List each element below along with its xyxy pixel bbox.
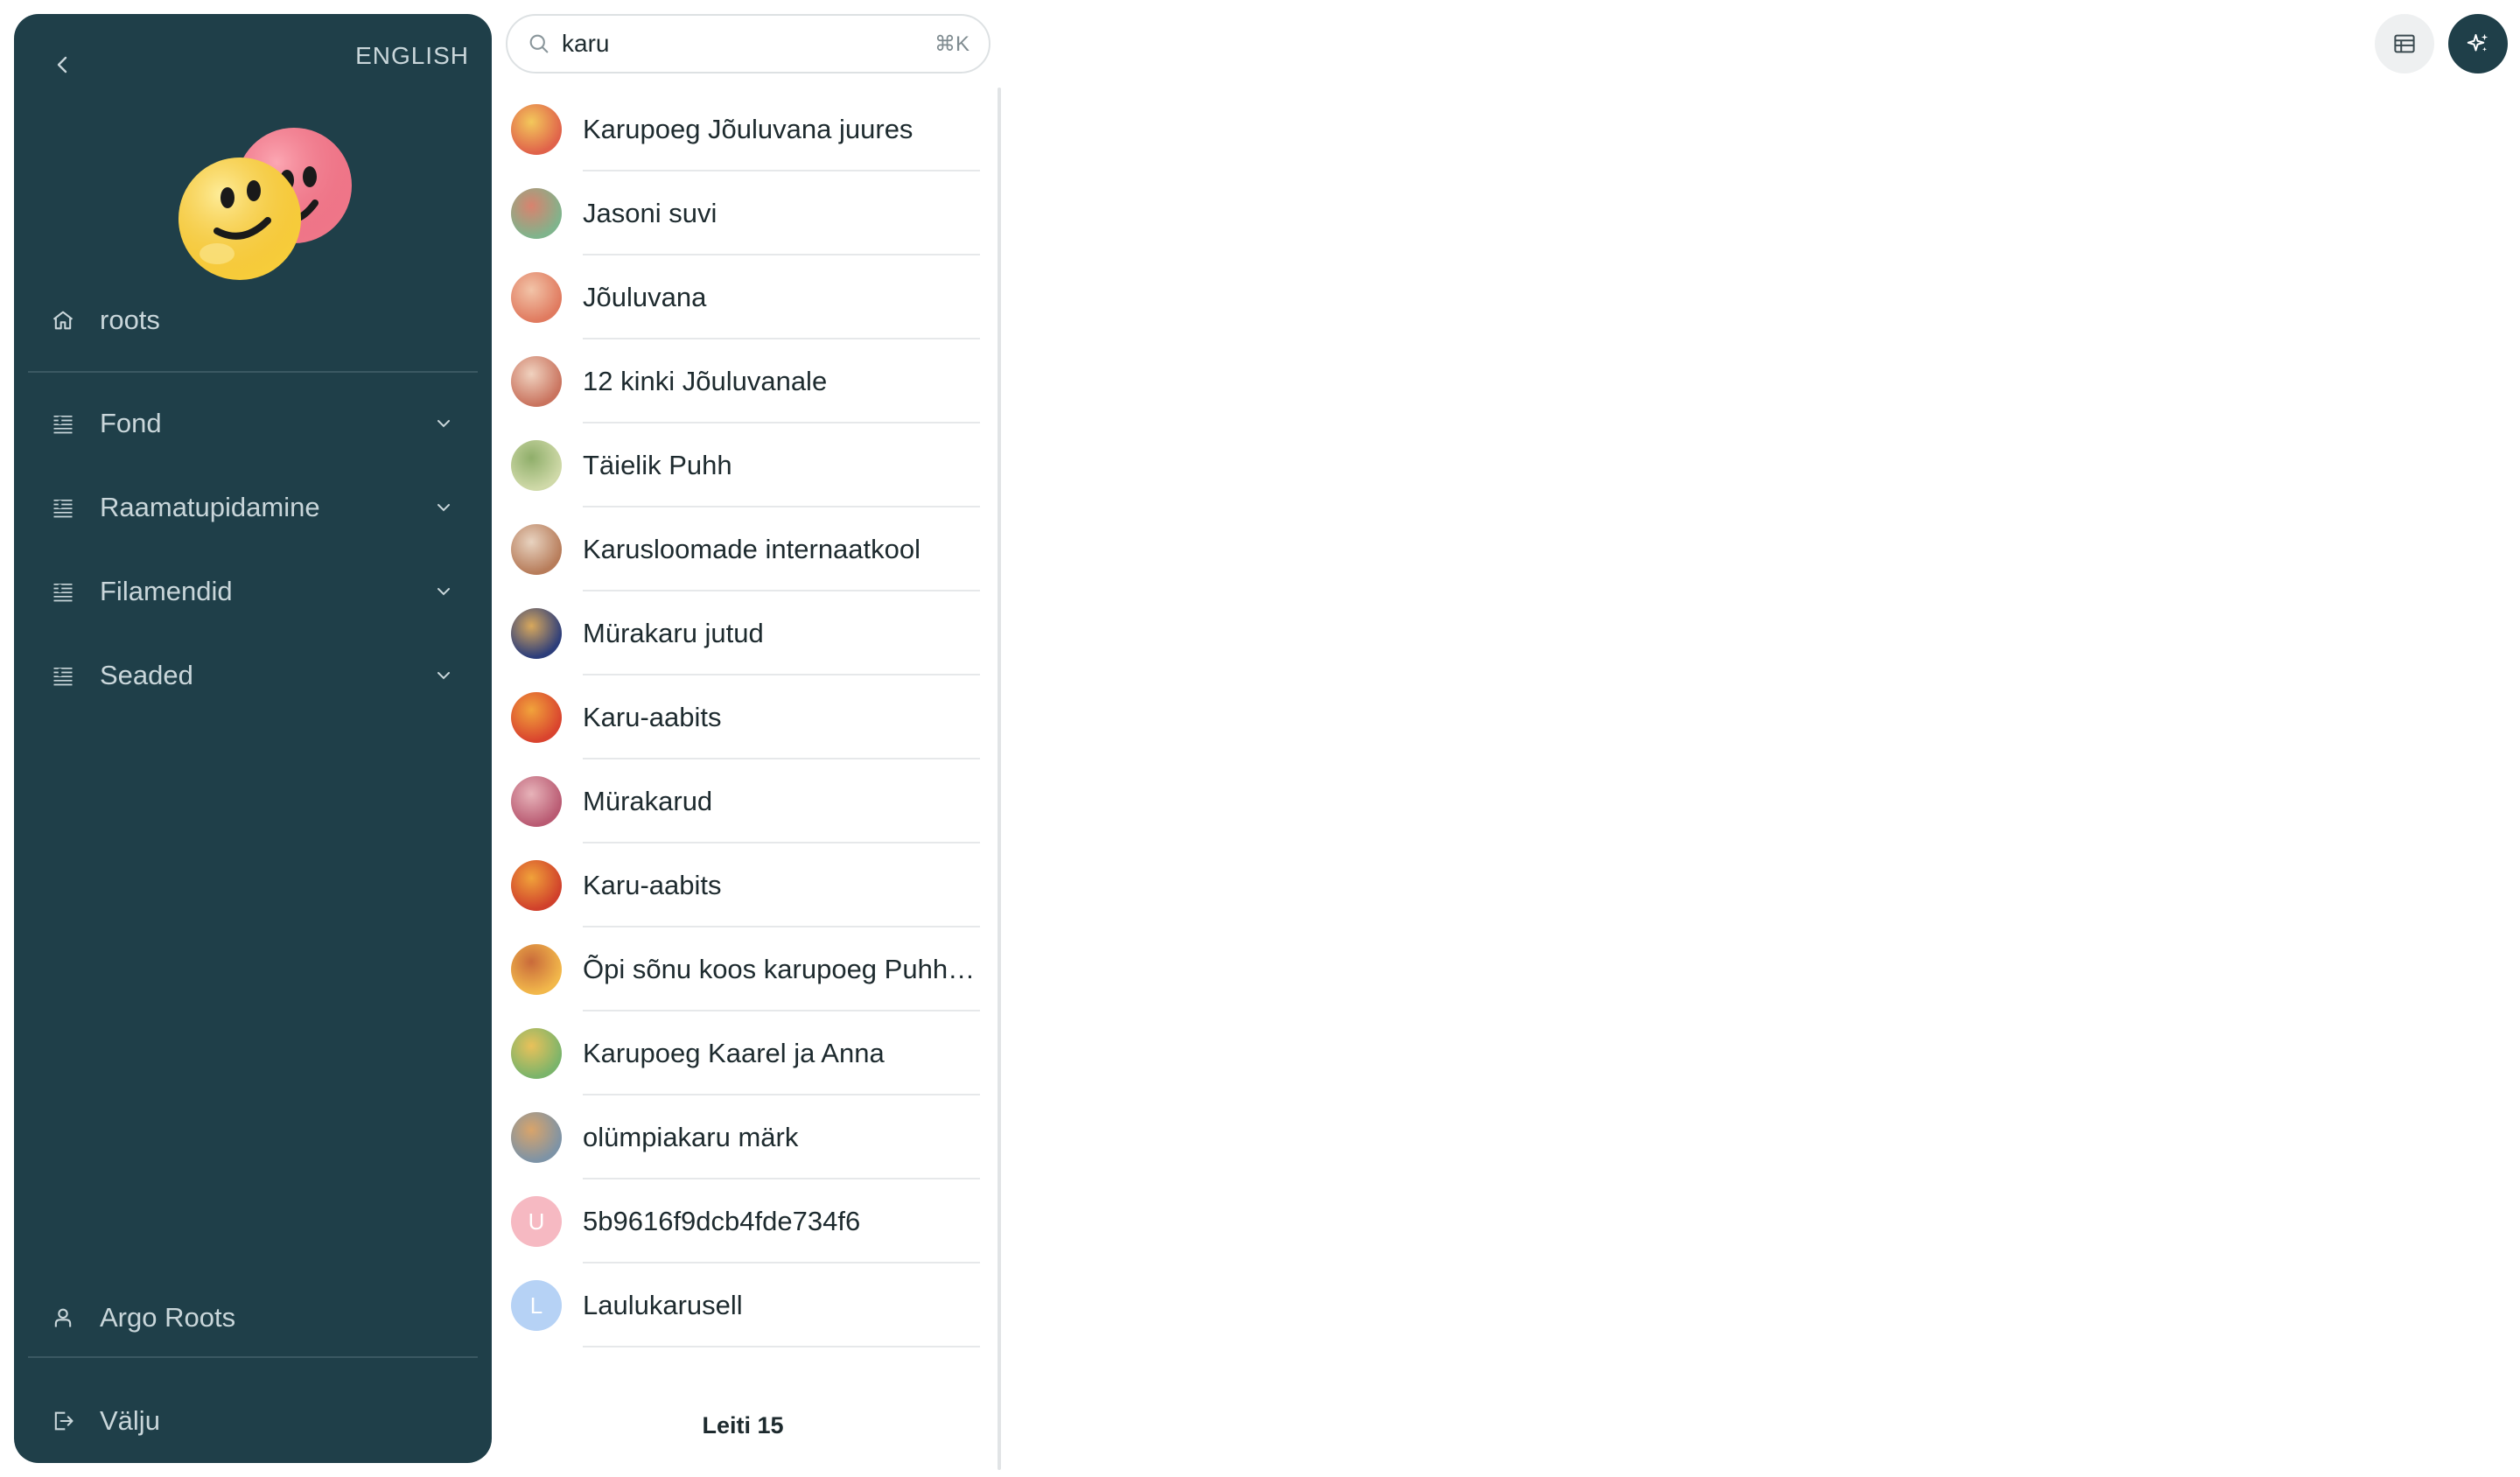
thumbnail-image	[511, 1112, 562, 1163]
thumbnail-image	[511, 272, 562, 323]
nav-item-label: Filamendid	[100, 576, 233, 606]
thumbnail-image	[511, 524, 562, 575]
result-title: Mürakarud	[583, 760, 980, 844]
result-title: olümpiakaru märk	[583, 1096, 980, 1180]
nav-item-filamendid[interactable]: Filamendid	[49, 565, 457, 618]
nav-item-label: Raamatupidamine	[100, 492, 320, 522]
nav-logout-label: Välju	[100, 1405, 160, 1436]
result-item[interactable]: Jõuluvana	[506, 256, 980, 340]
nav-item-label: Fond	[100, 408, 162, 438]
result-item[interactable]: Mürakaru jutud	[506, 592, 980, 676]
language-toggle[interactable]: ENGLISH	[355, 42, 469, 70]
result-item[interactable]: Õpi sõnu koos karupoeg Puhhiga	[506, 928, 980, 1012]
chevron-down-icon	[430, 494, 457, 521]
result-title: Jõuluvana	[583, 256, 980, 340]
result-item[interactable]: 12 kinki Jõuluvanale	[506, 340, 980, 424]
nav-home[interactable]: roots	[49, 294, 457, 346]
chevron-down-icon	[430, 578, 457, 605]
sidebar: ENGLISH roots Fond Raamatupidamine Filam…	[14, 14, 492, 1463]
result-item[interactable]: Jasoni suvi	[506, 172, 980, 256]
result-title: Õpi sõnu koos karupoeg Puhhiga	[583, 928, 980, 1012]
result-item[interactable]: Karu-aabits	[506, 676, 980, 760]
chevron-left-icon	[57, 56, 67, 74]
result-item[interactable]: U 5b9616f9dcb4fde734f6	[506, 1180, 980, 1264]
result-item[interactable]: olümpiakaru märk	[506, 1096, 980, 1180]
logo	[178, 128, 352, 280]
result-item[interactable]: Karupoeg Kaarel ja Anna	[506, 1012, 980, 1096]
thumbnail-image	[511, 104, 562, 155]
thumbnail-image	[511, 1028, 562, 1079]
thumbnail-image	[511, 188, 562, 239]
result-title: Karupoeg Jõuluvana juures	[583, 88, 980, 172]
nav-user[interactable]: Argo Roots	[49, 1292, 457, 1344]
list-icon	[49, 494, 77, 522]
nav-user-label: Argo Roots	[100, 1302, 236, 1333]
user-icon	[49, 1304, 77, 1332]
home-icon	[49, 306, 77, 334]
result-title: Karusloomade internaatkool	[583, 508, 980, 592]
sidebar-divider	[28, 371, 478, 373]
thumbnail-image	[511, 944, 562, 995]
nav-item-fond[interactable]: Fond	[49, 397, 457, 450]
result-title: Laulukarusell	[583, 1264, 980, 1348]
chevron-down-icon	[430, 662, 457, 689]
result-title: 5b9616f9dcb4fde734f6	[583, 1180, 980, 1264]
result-count: Leiti 15	[702, 1412, 784, 1438]
list-icon	[49, 410, 77, 438]
result-title: Karupoeg Kaarel ja Anna	[583, 1012, 980, 1096]
letter-avatar: U	[511, 1196, 562, 1247]
nav-logout[interactable]: Välju	[49, 1395, 457, 1447]
nav-item-seaded[interactable]: Seaded	[49, 649, 457, 702]
nav-item-label: Seaded	[100, 660, 193, 690]
logout-icon	[49, 1407, 77, 1435]
result-item[interactable]: Karu-aabits	[506, 844, 980, 928]
thumbnail-image	[511, 356, 562, 407]
result-title: 12 kinki Jõuluvanale	[583, 340, 980, 424]
result-item[interactable]: Mürakarud	[506, 760, 980, 844]
results-list: Karupoeg Jõuluvana juures Jasoni suvi Jõul…	[506, 88, 996, 1470]
thumbnail-image	[511, 776, 562, 827]
search-input[interactable]	[562, 30, 934, 58]
list-icon	[49, 662, 77, 690]
thumbnail-image	[511, 860, 562, 911]
thumbnail-image	[511, 440, 562, 491]
letter-avatar: L	[511, 1280, 562, 1331]
thumbnail-image	[511, 692, 562, 743]
result-title: Jasoni suvi	[583, 172, 980, 256]
ai-assistant-button[interactable]	[2448, 14, 2508, 74]
avatar-letter: L	[529, 1292, 543, 1319]
list-icon	[49, 578, 77, 606]
shortcut-hint: ⌘K	[934, 32, 970, 56]
result-item[interactable]: Karusloomade internaatkool	[506, 508, 980, 592]
nav-item-raamatupidamine[interactable]: Raamatupidamine	[49, 481, 457, 534]
sidebar-divider	[28, 1356, 478, 1358]
result-item[interactable]: Karupoeg Jõuluvana juures	[506, 88, 980, 172]
chevron-down-icon	[430, 410, 457, 437]
table-icon	[2394, 34, 2415, 53]
result-title: Karu-aabits	[583, 844, 980, 928]
sparkles-icon	[2467, 33, 2488, 52]
avatar-letter: U	[528, 1208, 545, 1235]
search-icon	[527, 31, 553, 57]
search-bar[interactable]: ⌘K	[506, 14, 990, 74]
result-item[interactable]: Täielik Puhh	[506, 424, 980, 508]
result-item[interactable]: L Laulukarusell	[506, 1264, 980, 1348]
scrollbar[interactable]	[998, 88, 1001, 1470]
nav-home-label: roots	[100, 304, 160, 335]
result-title: Karu-aabits	[583, 676, 980, 760]
thumbnail-image	[511, 608, 562, 659]
result-title: Mürakaru jutud	[583, 592, 980, 676]
result-title: Täielik Puhh	[583, 424, 980, 508]
back-button[interactable]	[46, 47, 80, 82]
table-view-button[interactable]	[2375, 14, 2434, 74]
